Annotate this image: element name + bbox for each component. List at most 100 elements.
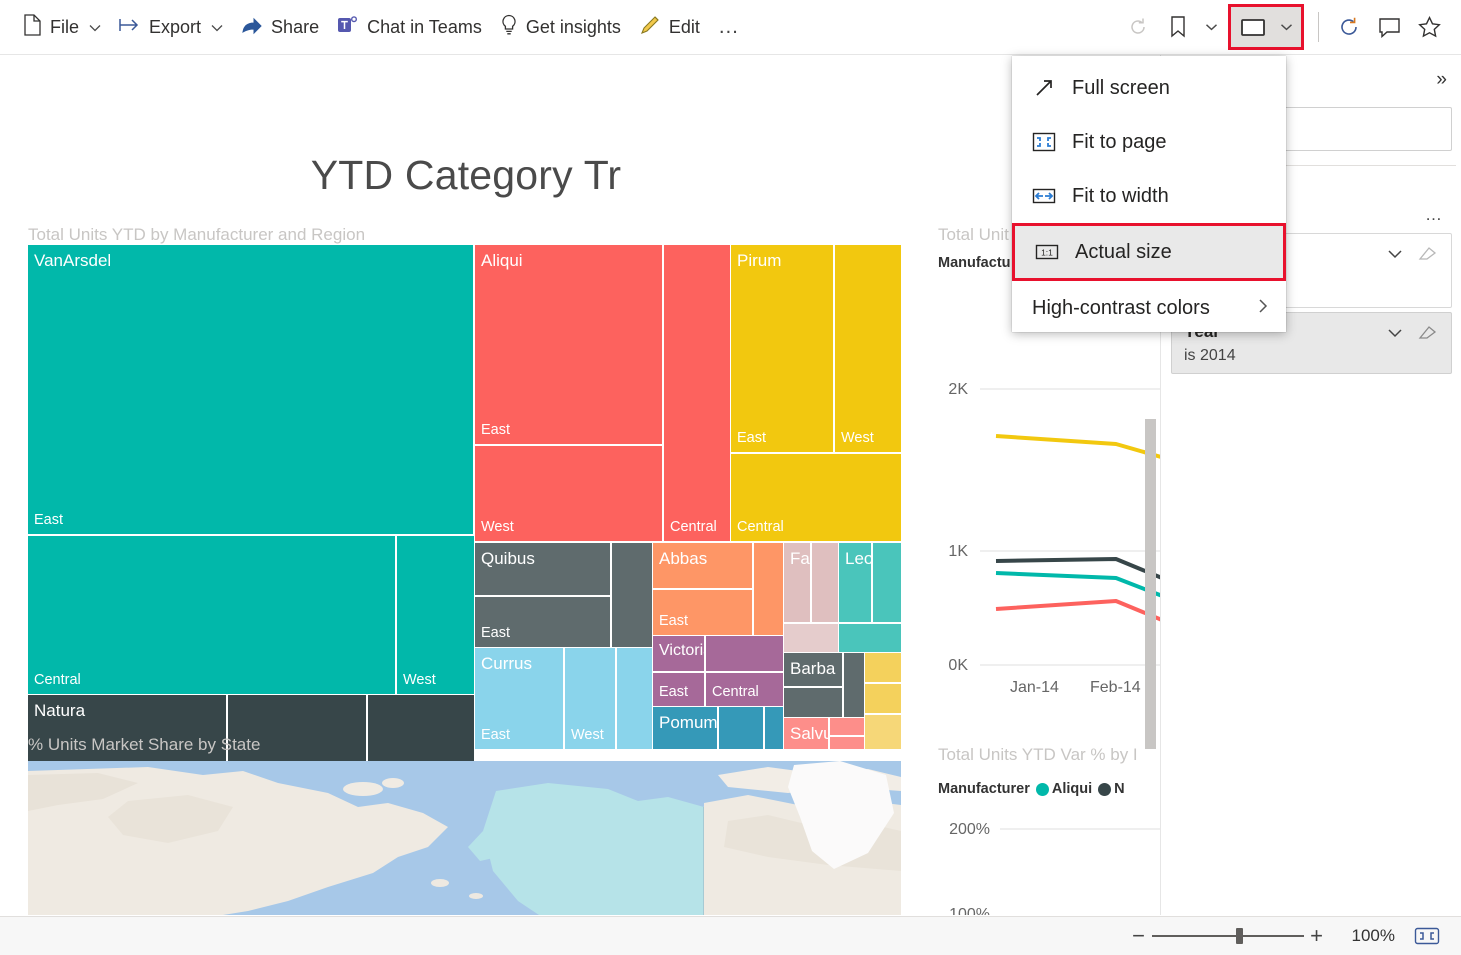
map-visual[interactable] — [28, 761, 901, 915]
treemap-tile-quibus-sub[interactable] — [612, 543, 652, 647]
treemap-tile-yellow-1[interactable] — [865, 653, 901, 683]
bookmark-icon[interactable] — [1158, 7, 1198, 47]
toolbar-more-button[interactable]: … — [709, 9, 750, 45]
treemap-tile-salvus-sub1[interactable] — [830, 718, 864, 736]
treemap-tile-victoria[interactable]: Victoria — [653, 636, 705, 672]
bookmark-caret-icon[interactable] — [1198, 7, 1224, 47]
treemap-tile-leo-sub2[interactable] — [839, 624, 901, 652]
fit-to-screen-icon[interactable] — [1413, 925, 1441, 947]
treemap-region-label: West — [571, 726, 604, 743]
treemap-region-label: West — [481, 518, 514, 535]
toolbar-get-insights-button[interactable]: Get insights — [491, 8, 630, 47]
treemap-tile-quibus[interactable]: Quibus — [475, 543, 611, 596]
treemap-tile-salvus-sub2[interactable] — [830, 737, 864, 749]
treemap-tile-abbas-east[interactable]: East — [653, 590, 753, 635]
treemap-tile-fama-sub2[interactable] — [784, 624, 838, 652]
treemap-tile-barba[interactable]: Barba — [784, 653, 843, 687]
menu-item-label: Full screen — [1072, 76, 1170, 99]
treemap-tile-vanarsdel-east[interactable]: VanArsdel East — [28, 245, 474, 535]
treemap-tile-currus-west[interactable]: West — [565, 648, 616, 749]
treemap-tile-label: Pomum — [659, 713, 718, 732]
vertical-scrollbar-thumb[interactable] — [1145, 419, 1156, 749]
chevron-right-icon — [1258, 298, 1268, 319]
menu-item-high-contrast-colors[interactable]: High-contrast colors — [1012, 281, 1286, 335]
toolbar-file-label: File — [50, 16, 80, 37]
fit-to-page-icon — [1028, 132, 1060, 152]
status-bar: − + 100% — [0, 916, 1461, 955]
toolbar-edit-button[interactable]: Edit — [630, 8, 709, 47]
zoom-slider-thumb[interactable] — [1235, 928, 1243, 944]
pencil-icon — [639, 14, 661, 41]
chevron-down-icon[interactable] — [1387, 325, 1403, 343]
menu-item-fit-to-page[interactable]: Fit to page — [1012, 115, 1286, 169]
treemap-tile-abbas[interactable]: Abbas — [653, 543, 753, 589]
treemap-tile-salvus[interactable]: Salvus — [784, 718, 829, 749]
treemap-tile-abbas-sub[interactable] — [754, 543, 783, 635]
treemap-tile-yellow-3[interactable] — [865, 715, 901, 749]
filters-section-more-button[interactable]: … — [1425, 205, 1443, 225]
view-icon[interactable] — [1233, 7, 1273, 47]
svg-text:0K: 0K — [948, 657, 968, 674]
toolbar-share-button[interactable]: Share — [232, 9, 328, 46]
view-mode-button-group[interactable] — [1228, 4, 1304, 50]
chevron-down-icon[interactable] — [1387, 246, 1403, 264]
treemap-visual[interactable]: VanArsdel East Central West Natura East … — [28, 245, 901, 849]
clear-filter-icon[interactable] — [1417, 244, 1437, 269]
treemap-tile-victoria-east[interactable]: East — [653, 673, 705, 706]
view-caret-icon[interactable] — [1273, 7, 1299, 47]
treemap-tile-pomum-sub2[interactable] — [765, 707, 783, 749]
treemap-tile-barba-sub1[interactable] — [784, 688, 843, 717]
treemap-tile-yellow-2[interactable] — [865, 684, 901, 714]
treemap-tile-pirum-west[interactable]: West — [835, 245, 901, 453]
treemap-tile-currus-sub[interactable] — [617, 648, 652, 749]
treemap-tile-label: Aliqui — [481, 251, 523, 270]
zoom-slider[interactable] — [1151, 928, 1304, 944]
zoom-out-button[interactable]: − — [1126, 923, 1152, 949]
zoom-in-button[interactable]: + — [1304, 923, 1330, 949]
treemap-tile-fama-sub1[interactable] — [812, 543, 838, 623]
comment-icon[interactable] — [1369, 7, 1409, 47]
toolbar-file-button[interactable]: File — [14, 8, 110, 47]
treemap-tile-pomum-sub1[interactable] — [719, 707, 764, 749]
treemap-region-label: Central — [34, 671, 81, 688]
line-chart-legend: Manufactu — [938, 255, 1011, 271]
treemap-tile-pirum-central[interactable]: Central — [731, 454, 901, 541]
clear-filter-icon[interactable] — [1417, 323, 1437, 348]
treemap-tile-victoria-central[interactable]: Central — [706, 673, 783, 706]
treemap-tile-leo[interactable]: Leo — [839, 543, 872, 623]
treemap-tile-currus-east[interactable]: Currus East — [475, 648, 564, 749]
fullscreen-icon — [1028, 77, 1060, 99]
treemap-tile-vanarsdel-west[interactable]: West — [397, 536, 474, 694]
report-page: YTD Category Tr Total Units YTD by Manuf… — [16, 73, 1160, 915]
report-canvas[interactable]: YTD Category Tr Total Units YTD by Manuf… — [0, 55, 1160, 915]
line-chart-graphic: 2K 1K 0K Jan-14 Feb-14 M — [948, 381, 1160, 696]
var-visual-title: Total Units YTD Var % by I — [938, 745, 1138, 764]
var-chart-legend: Manufacturer Aliqui N — [938, 781, 1125, 797]
treemap-tile-aliqui-west[interactable]: West — [475, 446, 663, 541]
menu-item-full-screen[interactable]: Full screen — [1012, 61, 1286, 115]
view-mode-menu[interactable]: Full screen Fit to page Fit to width 1:1… — [1012, 56, 1286, 332]
treemap-tile-victoria-sub[interactable] — [706, 636, 783, 672]
var-chart-visual[interactable]: Manufacturer Aliqui N 200% 100% — [938, 773, 1160, 915]
treemap-region-label: East — [659, 612, 689, 629]
toolbar-export-button[interactable]: Export — [110, 11, 232, 44]
reset-icon[interactable] — [1118, 7, 1158, 47]
toolbar-chat-in-teams-button[interactable]: Chat in Teams — [328, 8, 491, 47]
share-icon — [241, 15, 263, 40]
refresh-icon[interactable] — [1329, 7, 1369, 47]
treemap-tile-vanarsdel-central[interactable]: Central — [28, 536, 396, 694]
treemap-tile-aliqui-central[interactable]: Central — [664, 245, 730, 541]
treemap-tile-pirum-east[interactable]: Pirum East — [731, 245, 834, 453]
svg-text:1:1: 1:1 — [1041, 248, 1053, 258]
treemap-tile-quibus-east[interactable]: East — [475, 597, 611, 647]
treemap-tile-pomum[interactable]: Pomum — [653, 707, 718, 749]
collapse-pane-button[interactable]: » — [1436, 69, 1447, 91]
treemap-tile-aliqui-east[interactable]: Aliqui East — [475, 245, 663, 445]
page-title: YTD Category Tr — [310, 152, 622, 199]
treemap-tile-fama[interactable]: Fama — [784, 543, 811, 623]
menu-item-actual-size[interactable]: 1:1 Actual size — [1012, 223, 1286, 281]
favorite-icon[interactable] — [1409, 7, 1449, 47]
treemap-tile-leo-sub1[interactable] — [873, 543, 901, 623]
treemap-tile-barba-sub2[interactable] — [844, 653, 864, 717]
menu-item-fit-to-width[interactable]: Fit to width — [1012, 169, 1286, 223]
